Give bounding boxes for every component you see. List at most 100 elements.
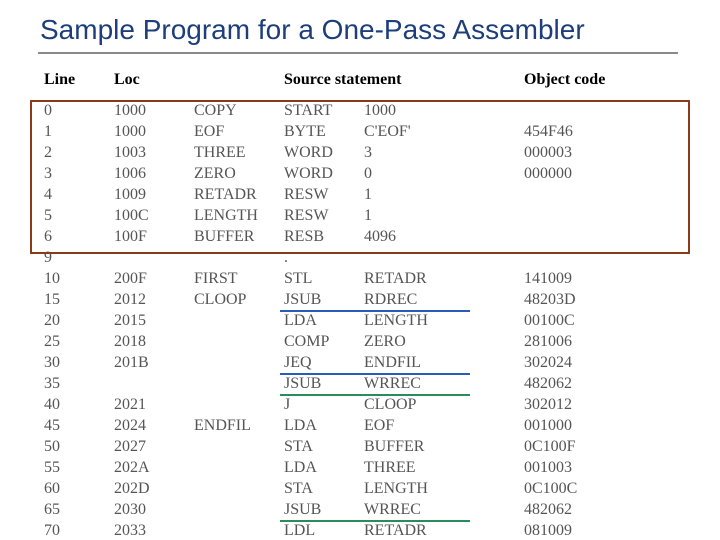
cell-loc: 1003 — [114, 142, 194, 163]
cell-op: LDA — [284, 310, 364, 331]
cell-obj: 000003 — [524, 142, 644, 163]
cell-label: RETADR — [194, 184, 284, 205]
cell-obj: 081009 — [524, 520, 644, 540]
cell-label: FIRST — [194, 268, 284, 289]
cell-obj: 141009 — [524, 268, 644, 289]
cell-line: 0 — [38, 100, 114, 121]
cell-operand: 1000 — [364, 100, 524, 121]
cell-operand: 1 — [364, 184, 524, 205]
cell-operand: LENGTH — [364, 310, 524, 331]
cell-op: JEQ — [284, 352, 364, 373]
cell-operand: 4096 — [364, 226, 524, 247]
cell-operand: WRREC — [364, 499, 524, 520]
table-row: 452024ENDFILLDAEOF001000 — [38, 415, 678, 436]
cell-obj: 00100C — [524, 310, 644, 331]
title-underline — [38, 52, 678, 54]
table-row: 702033LDLRETADR081009 — [38, 520, 678, 540]
cell-line: 6 — [38, 226, 114, 247]
table-row: 202015LDALENGTH00100C — [38, 310, 678, 331]
table-row: 35JSUBWRREC482062 — [38, 373, 678, 394]
cell-line: 40 — [38, 394, 114, 415]
cell-loc: 1000 — [114, 121, 194, 142]
cell-op: JSUB — [284, 289, 364, 310]
cell-line: 2 — [38, 142, 114, 163]
cell-operand: BUFFER — [364, 436, 524, 457]
cell-op: LDL — [284, 520, 364, 540]
cell-operand: LENGTH — [364, 478, 524, 499]
table-row: 402021JCLOOP302012 — [38, 394, 678, 415]
table-row: 41009RETADRRESW1 — [38, 184, 678, 205]
cell-op: LDA — [284, 457, 364, 478]
cell-op: JSUB — [284, 373, 364, 394]
cell-label: EOF — [194, 121, 284, 142]
table-row: 30201BJEQENDFIL302024 — [38, 352, 678, 373]
cell-obj: 281006 — [524, 331, 644, 352]
cell-operand: THREE — [364, 457, 524, 478]
cell-operand: 3 — [364, 142, 524, 163]
col-header-obj: Object code — [524, 66, 644, 94]
cell-op: COMP — [284, 331, 364, 352]
cell-line: 55 — [38, 457, 114, 478]
table-row: 652030JSUBWRREC482062 — [38, 499, 678, 520]
cell-op: . — [284, 247, 364, 268]
slide: Sample Program for a One-Pass Assembler … — [0, 0, 720, 540]
cell-loc: 202A — [114, 457, 194, 478]
cell-obj: 0C100F — [524, 436, 644, 457]
table-header-row: Line Loc Source statement Object code — [38, 66, 678, 94]
cell-line: 45 — [38, 415, 114, 436]
cell-line: 65 — [38, 499, 114, 520]
cell-label: ENDFIL — [194, 415, 284, 436]
cell-op: STA — [284, 436, 364, 457]
cell-op: START — [284, 100, 364, 121]
cell-loc: 100C — [114, 205, 194, 226]
cell-line: 10 — [38, 268, 114, 289]
cell-loc: 100F — [114, 226, 194, 247]
cell-obj: 0C100C — [524, 478, 644, 499]
cell-obj: 454F46 — [524, 121, 644, 142]
col-header-loc: Loc — [114, 66, 194, 94]
table-row: 5100CLENGTHRESW1 — [38, 205, 678, 226]
table-row: 01000COPYSTART1000 — [38, 100, 678, 121]
cell-loc: 2033 — [114, 520, 194, 540]
cell-loc: 1000 — [114, 100, 194, 121]
cell-obj: 302024 — [524, 352, 644, 373]
cell-operand: C'EOF' — [364, 121, 524, 142]
cell-loc: 201B — [114, 352, 194, 373]
cell-line: 5 — [38, 205, 114, 226]
cell-op: RESW — [284, 184, 364, 205]
cell-op: STL — [284, 268, 364, 289]
cell-label: COPY — [194, 100, 284, 121]
cell-label: BUFFER — [194, 226, 284, 247]
cell-op: LDA — [284, 415, 364, 436]
table-row: 502027STABUFFER0C100F — [38, 436, 678, 457]
table-row: 11000EOFBYTEC'EOF'454F46 — [38, 121, 678, 142]
cell-line: 9 — [38, 247, 114, 268]
cell-op: STA — [284, 478, 364, 499]
table-row: 9. — [38, 247, 678, 268]
cell-op: J — [284, 394, 364, 415]
cell-label: ZERO — [194, 163, 284, 184]
table-row: 10200FFIRSTSTLRETADR141009 — [38, 268, 678, 289]
cell-label: THREE — [194, 142, 284, 163]
cell-operand: CLOOP — [364, 394, 524, 415]
slide-title: Sample Program for a One-Pass Assembler — [40, 14, 700, 46]
cell-obj: 482062 — [524, 499, 644, 520]
cell-op: WORD — [284, 163, 364, 184]
cell-obj: 48203D — [524, 289, 644, 310]
table-row: 21003THREEWORD3000003 — [38, 142, 678, 163]
cell-loc: 2015 — [114, 310, 194, 331]
cell-operand: WRREC — [364, 373, 524, 394]
cell-loc: 2027 — [114, 436, 194, 457]
cell-operand: EOF — [364, 415, 524, 436]
cell-obj: 001003 — [524, 457, 644, 478]
cell-operand: RETADR — [364, 520, 524, 540]
cell-operand: ZERO — [364, 331, 524, 352]
cell-label: CLOOP — [194, 289, 284, 310]
cell-obj: 482062 — [524, 373, 644, 394]
cell-operand: RETADR — [364, 268, 524, 289]
cell-op: RESW — [284, 205, 364, 226]
cell-line: 4 — [38, 184, 114, 205]
cell-line: 1 — [38, 121, 114, 142]
cell-operand: RDREC — [364, 289, 524, 310]
cell-loc: 2024 — [114, 415, 194, 436]
